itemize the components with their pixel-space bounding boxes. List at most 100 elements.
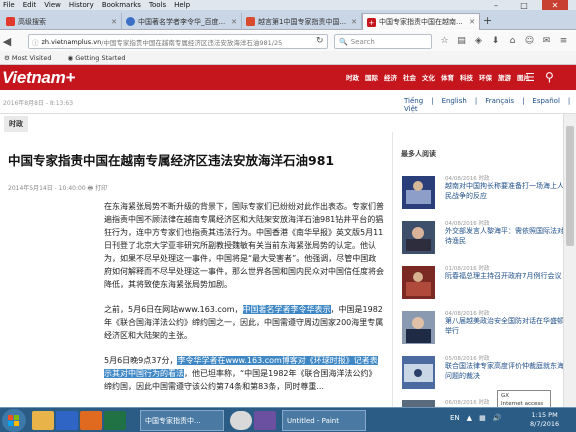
system-clock[interactable]: 1:15 PM 8/7/2016: [530, 411, 559, 429]
windows-logo-icon: [8, 415, 19, 426]
menu-icon[interactable]: ≡: [555, 36, 572, 46]
news-thumbnail[interactable]: [402, 221, 435, 254]
highlighted-text: 中国著名学者李令华表示: [242, 305, 331, 314]
pocket-icon[interactable]: ◈: [470, 36, 487, 46]
menu-help[interactable]: Help: [174, 1, 190, 9]
system-tray: EN ▲ ▦ 🔊: [450, 414, 508, 422]
reading-list-icon[interactable]: ▤: [453, 36, 470, 46]
site-nav-item[interactable]: 国际: [365, 72, 378, 82]
chat-icon[interactable]: ✉: [538, 36, 555, 46]
menu-view[interactable]: View: [44, 1, 61, 9]
site-nav-item[interactable]: 经济: [384, 72, 397, 82]
news-headline[interactable]: 第八届越美政治安全国防对话在华盛顿举行: [445, 316, 569, 336]
news-headline[interactable]: 阮春福总理主持召开政府7月例行会议: [445, 271, 569, 281]
url-bar[interactable]: ⓘ zh.vietnamplus.vn /中国专家指责中国在越南专属经济区违法安…: [28, 34, 328, 49]
menu-bookmarks[interactable]: Bookmarks: [102, 1, 141, 9]
start-button[interactable]: [2, 409, 26, 432]
news-headline[interactable]: 越南对中国拘长称要准备打一场海上人民战争的反应: [445, 181, 569, 201]
menu-bar: File Edit View History Bookmarks Tools H…: [0, 0, 576, 12]
bookmark-most-visited[interactable]: ⚙ Most Visited: [4, 54, 59, 62]
site-nav: 时政 国际 经济 社会 文化 体育 科技 环保 旅游 图片: [346, 72, 536, 82]
article-paragraph: 在东海紧张局势不断升级的背景下，国际专家们已纷纷对此作出表态。专家们普遍指责中国…: [104, 202, 384, 289]
site-nav-item[interactable]: 体育: [441, 72, 454, 82]
site-nav-item[interactable]: 文化: [422, 72, 435, 82]
toolbar-icons: ☆ ▤ ◈ ⬇ ⌂ ☺ ✉ ≡: [436, 36, 572, 46]
menu-file[interactable]: File: [3, 1, 15, 9]
site-nav-item[interactable]: 旅游: [498, 72, 511, 82]
lang-spanish[interactable]: Español: [532, 97, 559, 117]
sidebar-news-item[interactable]: 04/08/2016 时政 越南对中国拘长称要准备打一场海上人民战争的反应: [402, 174, 570, 214]
article-body: 在东海紧张局势不断升级的背景下，国际专家们已纷纷对此作出表态。专家们普遍指责中国…: [104, 200, 384, 405]
bookmark-getting-started[interactable]: ◉ Getting Started: [67, 54, 133, 62]
site-nav-item[interactable]: 社会: [403, 72, 416, 82]
tab-close-icon[interactable]: ✕: [466, 18, 475, 26]
reload-icon[interactable]: ↻: [316, 36, 324, 46]
site-nav-item[interactable]: 环保: [479, 72, 492, 82]
news-meta: 06/08/2016 时政: [445, 400, 490, 406]
tray-arrow-icon[interactable]: ▲: [467, 414, 472, 422]
favicon-icon: [6, 17, 15, 26]
sidebar-news-item[interactable]: 05/08/2016 时政 联合国法律专家高度评价仲裁庭就东海问题的裁决: [402, 354, 570, 394]
site-header: Vietnam+ 时政 国际 经济 社会 文化 体育 科技 环保 旅游 图片 ☰…: [0, 65, 576, 90]
navigation-bar: ◀ ⓘ zh.vietnamplus.vn /中国专家指责中国在越南专属经济区违…: [0, 31, 576, 51]
volume-icon[interactable]: 🔊: [493, 414, 502, 422]
excel-icon[interactable]: [104, 411, 126, 430]
back-icon[interactable]: ◀: [0, 35, 14, 48]
menu-tools[interactable]: Tools: [149, 1, 166, 9]
site-nav-item[interactable]: 时政: [346, 72, 359, 82]
tab-vietnamese-site[interactable]: 越言第1中国专家指责中国... ✕: [242, 13, 362, 30]
lang-english[interactable]: English: [442, 97, 467, 117]
news-headline[interactable]: 外交部发言人黎海平：需依照国际法对待渔民: [445, 226, 569, 246]
tab-baidu[interactable]: 中国著名学者李令华_百度... ✕: [122, 13, 242, 30]
windows-taskbar: 中国专家指责中... Untitled - Paint EN ▲ ▦ 🔊 1:1…: [0, 407, 576, 432]
firefox-icon[interactable]: [80, 411, 102, 430]
language-indicator[interactable]: EN: [450, 414, 460, 422]
site-search-icon[interactable]: ⚲: [545, 70, 554, 84]
sidebar-news-item[interactable]: 04/08/2016 时政 外交部发言人黎海平：需依照国际法对待渔民: [402, 219, 570, 259]
hamburger-menu-icon[interactable]: ☰: [525, 71, 535, 84]
site-nav-item[interactable]: 科技: [460, 72, 473, 82]
sidebar-title: 最多人阅读: [401, 150, 436, 158]
scrollbar-thumb[interactable]: [566, 126, 574, 246]
category-badge[interactable]: 时政: [4, 116, 28, 132]
favicon-icon: [246, 17, 255, 26]
bookmark-star-icon[interactable]: ☆: [436, 36, 453, 46]
word-icon[interactable]: [56, 411, 78, 430]
download-icon[interactable]: ⬇: [487, 36, 504, 46]
site-logo[interactable]: Vietnam+: [2, 68, 75, 88]
network-icon[interactable]: ▦: [479, 414, 486, 422]
menu-edit[interactable]: Edit: [23, 1, 37, 9]
tab-label: 高级搜索: [18, 17, 46, 26]
media-player-icon[interactable]: [254, 411, 276, 430]
sidebar-news-item[interactable]: 04/08/2016 时政 第八届越美政治安全国防对话在华盛顿举行: [402, 309, 570, 349]
search-input[interactable]: 🔍 Search: [334, 34, 432, 49]
current-date: 2016年8月8日 - 8:13:63: [3, 100, 74, 107]
sync-icon[interactable]: ☺: [521, 36, 538, 46]
tab-vietnamplus-active[interactable]: + 中国专家指责中国在越南... ✕: [362, 13, 480, 30]
chrome-icon[interactable]: [230, 411, 252, 430]
page-scrollbar[interactable]: [563, 114, 576, 407]
news-thumbnail[interactable]: [402, 356, 435, 389]
taskbar-firefox-window[interactable]: 中国专家指责中...: [140, 410, 224, 431]
news-headline[interactable]: 联合国法律专家高度评价仲裁庭就东海问题的裁决: [445, 361, 569, 381]
tab-close-icon[interactable]: ✕: [108, 18, 117, 26]
url-domain: zh.vietnamplus.vn: [41, 37, 102, 46]
tab-advanced-search[interactable]: 高级搜索 ✕: [2, 13, 122, 30]
new-tab-button[interactable]: +: [483, 14, 492, 27]
menu-history[interactable]: History: [69, 1, 94, 9]
home-icon[interactable]: ⌂: [504, 36, 521, 46]
tab-bar: 高级搜索 ✕ 中国著名学者李令华_百度... ✕ 越言第1中国专家指责中国...…: [0, 10, 576, 30]
taskbar-paint-window[interactable]: Untitled - Paint: [282, 410, 366, 431]
file-explorer-icon[interactable]: [32, 411, 54, 430]
news-thumbnail[interactable]: [402, 266, 435, 299]
news-thumbnail[interactable]: [402, 176, 435, 209]
lang-vietnamese[interactable]: Tiếng Việt: [404, 97, 423, 117]
tab-close-icon[interactable]: ✕: [228, 18, 237, 26]
article-paragraph: 之前，5月6日在网站www.163.com，中国著名学者李令华表示，中国是198…: [104, 305, 384, 340]
lang-french[interactable]: Français: [485, 97, 514, 117]
sidebar-news-item[interactable]: 01/08/2016 时政 阮春福总理主持召开政府7月例行会议: [402, 264, 570, 304]
news-thumbnail[interactable]: [402, 311, 435, 344]
tab-close-icon[interactable]: ✕: [348, 18, 357, 26]
news-thumbnail[interactable]: [402, 400, 435, 407]
info-icon[interactable]: ⓘ: [32, 37, 39, 47]
